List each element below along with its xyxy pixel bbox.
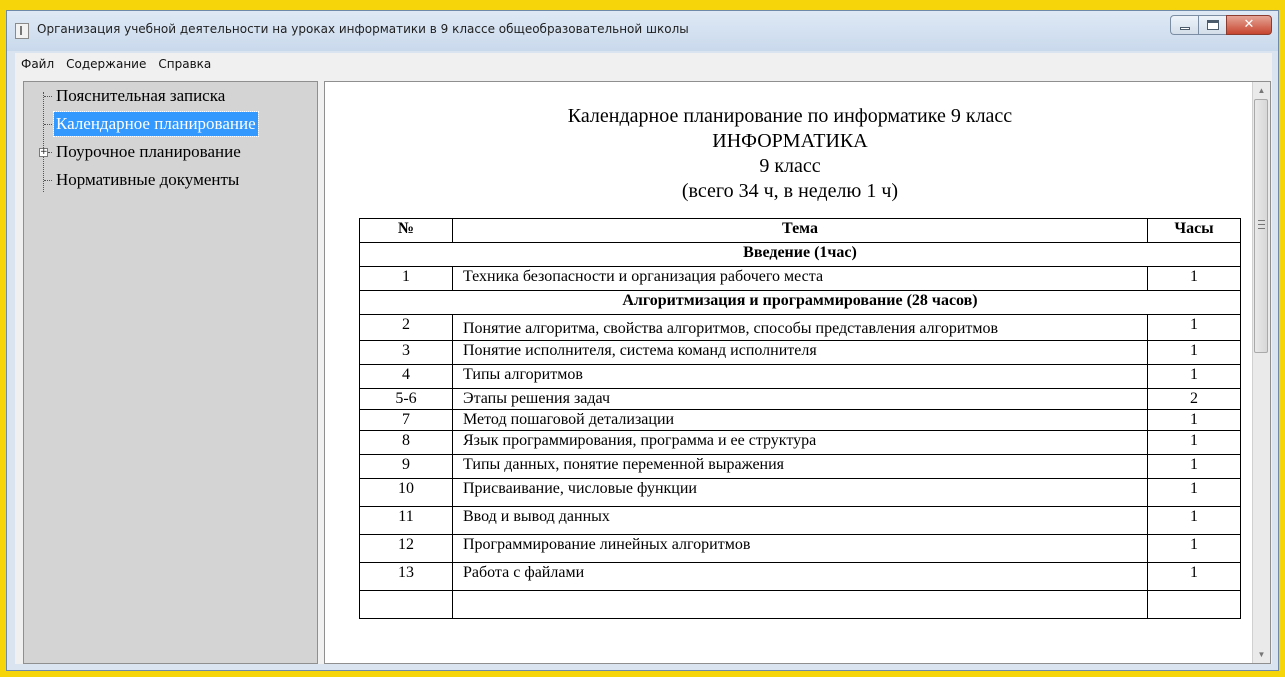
window-title: Организация учебной деятельности на урок… (37, 22, 689, 36)
section-row: Алгоритмизация и программирование (28 ча… (359, 290, 1241, 315)
cell-number: 10 (359, 478, 453, 507)
section-title: Алгоритмизация и программирование (28 ча… (359, 290, 1241, 315)
tree-connector (44, 180, 52, 181)
expand-icon[interactable]: + (39, 148, 48, 157)
close-button[interactable]: ✕ (1226, 15, 1272, 35)
app-window: Организация учебной деятельности на урок… (6, 10, 1279, 671)
maximize-icon (1207, 20, 1219, 30)
title-bar[interactable]: Организация учебной деятельности на урок… (7, 11, 1278, 51)
cell-hours: 1 (1147, 409, 1241, 431)
cell-hours: 1 (1147, 478, 1241, 507)
minimize-button[interactable] (1170, 15, 1198, 35)
tree-connector (44, 96, 52, 97)
cell-number: 11 (359, 506, 453, 535)
cell-topic: Присваивание, числовые функции (452, 478, 1148, 507)
cell-hours (1147, 590, 1241, 619)
table-row: 10 Присваивание, числовые функции 1 (359, 478, 1241, 507)
tree-connector-line (43, 92, 44, 192)
tree-connector (48, 152, 52, 153)
cell-hours: 1 (1147, 506, 1241, 535)
column-header-number: № (359, 218, 453, 243)
section-title: Введение (1час) (359, 242, 1241, 267)
section-row: Введение (1час) (359, 242, 1241, 267)
cell-hours: 2 (1147, 388, 1241, 410)
table-row: 12 Программирование линейных алгоритмов … (359, 534, 1241, 563)
cell-topic: Типы алгоритмов (452, 364, 1148, 389)
cell-topic: Работа с файлами (452, 562, 1148, 591)
column-header-hours: Часы (1147, 218, 1241, 243)
cell-number: 9 (359, 454, 453, 479)
scroll-down-icon[interactable]: ▼ (1253, 646, 1270, 663)
vertical-scrollbar[interactable]: ▲ ▼ (1252, 82, 1270, 663)
cell-topic (452, 590, 1148, 619)
cell-hours: 1 (1147, 340, 1241, 365)
tree-item-label: Нормативные документы (56, 170, 240, 189)
table-row: 4 Типы алгоритмов 1 (359, 364, 1241, 389)
cell-hours: 1 (1147, 314, 1241, 341)
menu-contents[interactable]: Содержание (60, 53, 152, 75)
minimize-icon (1180, 27, 1190, 30)
cell-hours: 1 (1147, 534, 1241, 563)
cell-topic: Программирование линейных алгоритмов (452, 534, 1148, 563)
table-row: 2 Понятие алгоритма, свойства алгоритмов… (359, 314, 1241, 341)
client-area: Пояснительная записка Календарное планир… (15, 75, 1272, 664)
cell-number: 2 (359, 314, 453, 341)
tree-item-label-selected: Календарное планирование (53, 111, 259, 137)
document-hours-summary: (всего 34 ч, в неделю 1 ч) (681, 180, 899, 202)
table-header-row: № Тема Часы (359, 218, 1241, 243)
schedule-table: № Тема Часы Введение (1час) 1 Техника бе… (359, 218, 1241, 619)
table-row: 1 Техника безопасности и организация раб… (359, 266, 1241, 291)
table-row: 7 Метод пошаговой детализации 1 (359, 409, 1241, 431)
window-controls: ✕ (1170, 15, 1272, 37)
maximize-button[interactable] (1198, 15, 1226, 35)
cell-topic: Язык программирования, программа и ее ст… (452, 430, 1148, 455)
grip-icon (1258, 220, 1265, 229)
cell-number: 7 (359, 409, 453, 431)
table-row (359, 590, 1241, 619)
cell-topic: Этапы решения задач (452, 388, 1148, 410)
table-row: 11 Ввод и вывод данных 1 (359, 506, 1241, 535)
cell-number: 3 (359, 340, 453, 365)
close-icon: ✕ (1243, 17, 1255, 32)
document-heading-line: Календарное планирование по информатике … (567, 105, 1013, 127)
table-row: 8 Язык программирования, программа и ее … (359, 430, 1241, 455)
cell-hours: 1 (1147, 266, 1241, 291)
cell-number: 8 (359, 430, 453, 455)
cell-number: 4 (359, 364, 453, 389)
cell-hours: 1 (1147, 562, 1241, 591)
cell-number: 13 (359, 562, 453, 591)
cell-hours: 1 (1147, 454, 1241, 479)
cell-hours: 1 (1147, 364, 1241, 389)
document-grade: 9 класс (759, 155, 821, 177)
cell-number: 12 (359, 534, 453, 563)
column-header-topic: Тема (452, 218, 1148, 243)
app-icon[interactable] (15, 23, 29, 39)
table-row: 9 Типы данных, понятие переменной выраже… (359, 454, 1241, 479)
table-row: 5-6 Этапы решения задач 2 (359, 388, 1241, 410)
scroll-up-icon[interactable]: ▲ (1253, 82, 1270, 99)
cell-topic: Метод пошаговой детализации (452, 409, 1148, 431)
navigation-tree[interactable]: Пояснительная записка Календарное планир… (23, 81, 318, 664)
scrollbar-thumb[interactable] (1254, 99, 1268, 353)
menu-help[interactable]: Справка (152, 53, 217, 75)
menu-bar: Файл Содержание Справка (15, 53, 1272, 75)
cell-number: 1 (359, 266, 453, 291)
document-subject-title: ИНФОРМАТИКА (712, 130, 868, 152)
document-viewer[interactable]: Календарное планирование по информатике … (324, 81, 1271, 664)
table-row: 3 Понятие исполнителя, система команд ис… (359, 340, 1241, 365)
cell-hours: 1 (1147, 430, 1241, 455)
cell-number (359, 590, 453, 619)
tree-item-label: Поурочное планирование (56, 142, 241, 161)
menu-file[interactable]: Файл (15, 53, 60, 75)
cell-topic: Техника безопасности и организация рабоч… (452, 266, 1148, 291)
table-row: 13 Работа с файлами 1 (359, 562, 1241, 591)
cell-topic: Понятие исполнителя, система команд испо… (452, 340, 1148, 365)
cell-topic: Типы данных, понятие переменной выражени… (452, 454, 1148, 479)
cell-number: 5-6 (359, 388, 453, 410)
tree-connector (44, 124, 52, 125)
cell-topic: Ввод и вывод данных (452, 506, 1148, 535)
cell-topic: Понятие алгоритма, свойства алгоритмов, … (452, 314, 1148, 341)
tree-item-label: Пояснительная записка (56, 86, 226, 105)
